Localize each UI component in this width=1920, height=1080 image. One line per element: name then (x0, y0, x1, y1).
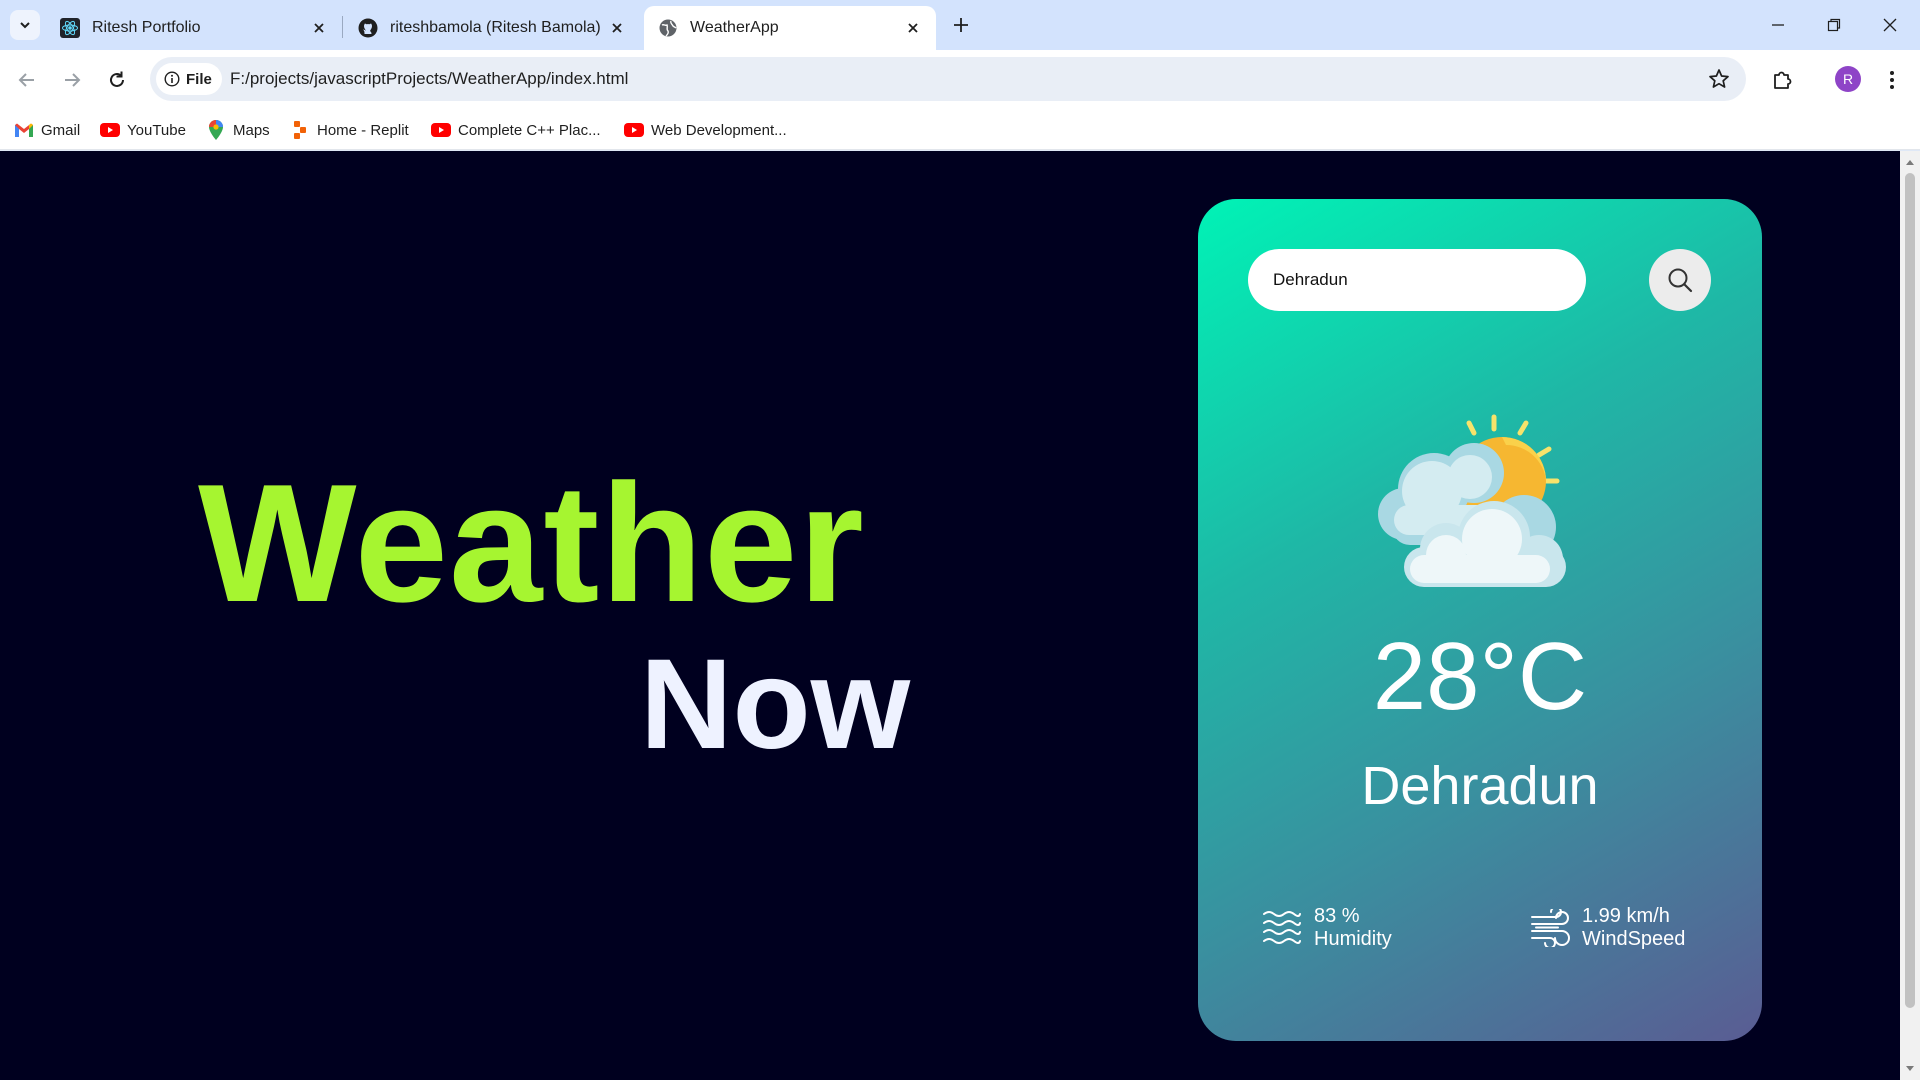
restore-icon (1827, 18, 1841, 32)
hero-title-weather: Weather (198, 449, 865, 637)
bookmark-maps[interactable]: Maps (206, 118, 270, 142)
bookmark-replit[interactable]: Home - Replit (290, 118, 409, 142)
youtube-icon (624, 122, 644, 138)
youtube-icon (431, 122, 451, 138)
partly-cloudy-sun-icon (1378, 414, 1566, 587)
gmail-icon (14, 122, 34, 138)
new-tab-button[interactable] (948, 12, 974, 38)
youtube-icon (100, 122, 120, 138)
scroll-up-arrow-icon[interactable] (1905, 157, 1915, 167)
back-button[interactable] (11, 64, 43, 96)
globe-icon (658, 18, 678, 38)
scroll-down-arrow-icon[interactable] (1905, 1064, 1915, 1074)
bookmark-gmail[interactable]: Gmail (14, 118, 80, 142)
github-icon (358, 18, 378, 38)
menu-button[interactable] (1876, 64, 1908, 96)
wind-icon (1528, 906, 1572, 950)
profile-avatar[interactable]: R (1835, 66, 1861, 92)
tab-strip: Ritesh Portfolio riteshbamola (Ritesh Ba… (0, 0, 1920, 50)
chevron-down-icon (20, 22, 30, 29)
city-name: Dehradun (1361, 756, 1599, 816)
bookmark-label: Maps (233, 121, 270, 139)
tab-title: Ritesh Portfolio (92, 19, 201, 36)
arrow-right-icon (65, 73, 81, 87)
wind-label: WindSpeed (1582, 928, 1686, 950)
weather-card: 28°C Dehradun 83 % Humidity (1198, 199, 1762, 1041)
bookmark-label: Gmail (41, 121, 81, 139)
bookmark-youtube[interactable]: YouTube (100, 118, 186, 142)
close-icon[interactable] (904, 19, 922, 37)
temperature-value: 28°C (1372, 623, 1588, 730)
bookmark-star-icon[interactable] (1708, 68, 1730, 95)
react-icon (60, 18, 80, 38)
reload-button[interactable] (101, 64, 133, 96)
site-info-chip[interactable]: File (156, 63, 222, 95)
bookmark-cpp-placement[interactable]: Complete C++ Plac... (431, 118, 601, 142)
humidity-icon (1260, 906, 1304, 950)
bookmarks-bar: Gmail YouTube Maps Home - Replit Complet… (0, 110, 1920, 150)
arrow-left-icon (18, 73, 34, 87)
tab-ritesh-portfolio[interactable]: Ritesh Portfolio (46, 6, 342, 50)
vertical-scrollbar[interactable] (1900, 151, 1920, 1080)
reload-icon (110, 71, 124, 87)
tab-separator (342, 16, 343, 38)
wind-value: 1.99 km/h (1582, 905, 1670, 927)
close-window-button[interactable] (1877, 12, 1903, 38)
minimize-button[interactable] (1765, 12, 1791, 38)
search-button[interactable] (1649, 249, 1711, 311)
maps-icon (206, 120, 226, 140)
close-icon[interactable] (310, 19, 328, 37)
humidity-value: 83 % (1314, 905, 1360, 927)
extensions-button[interactable] (1766, 64, 1798, 96)
browser-toolbar: File F:/projects/javascriptProjects/Weat… (0, 50, 1920, 110)
forward-button[interactable] (56, 64, 88, 96)
tab-github[interactable]: riteshbamola (Ritesh Bamola) (344, 6, 640, 50)
info-icon (164, 71, 180, 87)
address-bar[interactable]: File F:/projects/javascriptProjects/Weat… (150, 57, 1746, 101)
bookmark-web-development[interactable]: Web Development... (624, 118, 787, 142)
minimize-icon (1772, 24, 1784, 26)
puzzle-icon (1774, 71, 1792, 89)
scrollbar-thumb[interactable] (1905, 173, 1915, 1008)
tab-weatherapp[interactable]: WeatherApp (644, 6, 936, 50)
more-vertical-icon (1890, 71, 1894, 89)
plus-icon (954, 18, 968, 32)
wind-detail: 1.99 km/h WindSpeed (1528, 905, 1685, 951)
close-icon (1883, 18, 1897, 32)
humidity-label: Humidity (1314, 928, 1392, 950)
tab-title: riteshbamola (Ritesh Bamola) (390, 19, 601, 36)
bookmark-label: Web Development... (651, 121, 787, 139)
hero-title-now: Now (640, 633, 911, 776)
url-text[interactable]: F:/projects/javascriptProjects/WeatherAp… (230, 69, 628, 89)
city-search-input[interactable] (1248, 249, 1586, 311)
replit-icon (290, 121, 310, 139)
page-viewport: Weather Now Dehradun 28°C Dehradun 83 % … (0, 151, 1900, 1080)
humidity-detail: 83 % Humidity (1260, 905, 1392, 951)
bookmark-label: Complete C++ Plac... (458, 121, 601, 139)
search-icon (1668, 268, 1693, 293)
bookmark-label: YouTube (127, 121, 186, 139)
close-icon[interactable] (608, 19, 626, 37)
tab-search-button[interactable] (10, 10, 40, 40)
restore-button[interactable] (1821, 12, 1847, 38)
tab-title: WeatherApp (690, 19, 779, 36)
bookmark-label: Home - Replit (317, 121, 409, 139)
site-chip-label: File (186, 70, 212, 88)
